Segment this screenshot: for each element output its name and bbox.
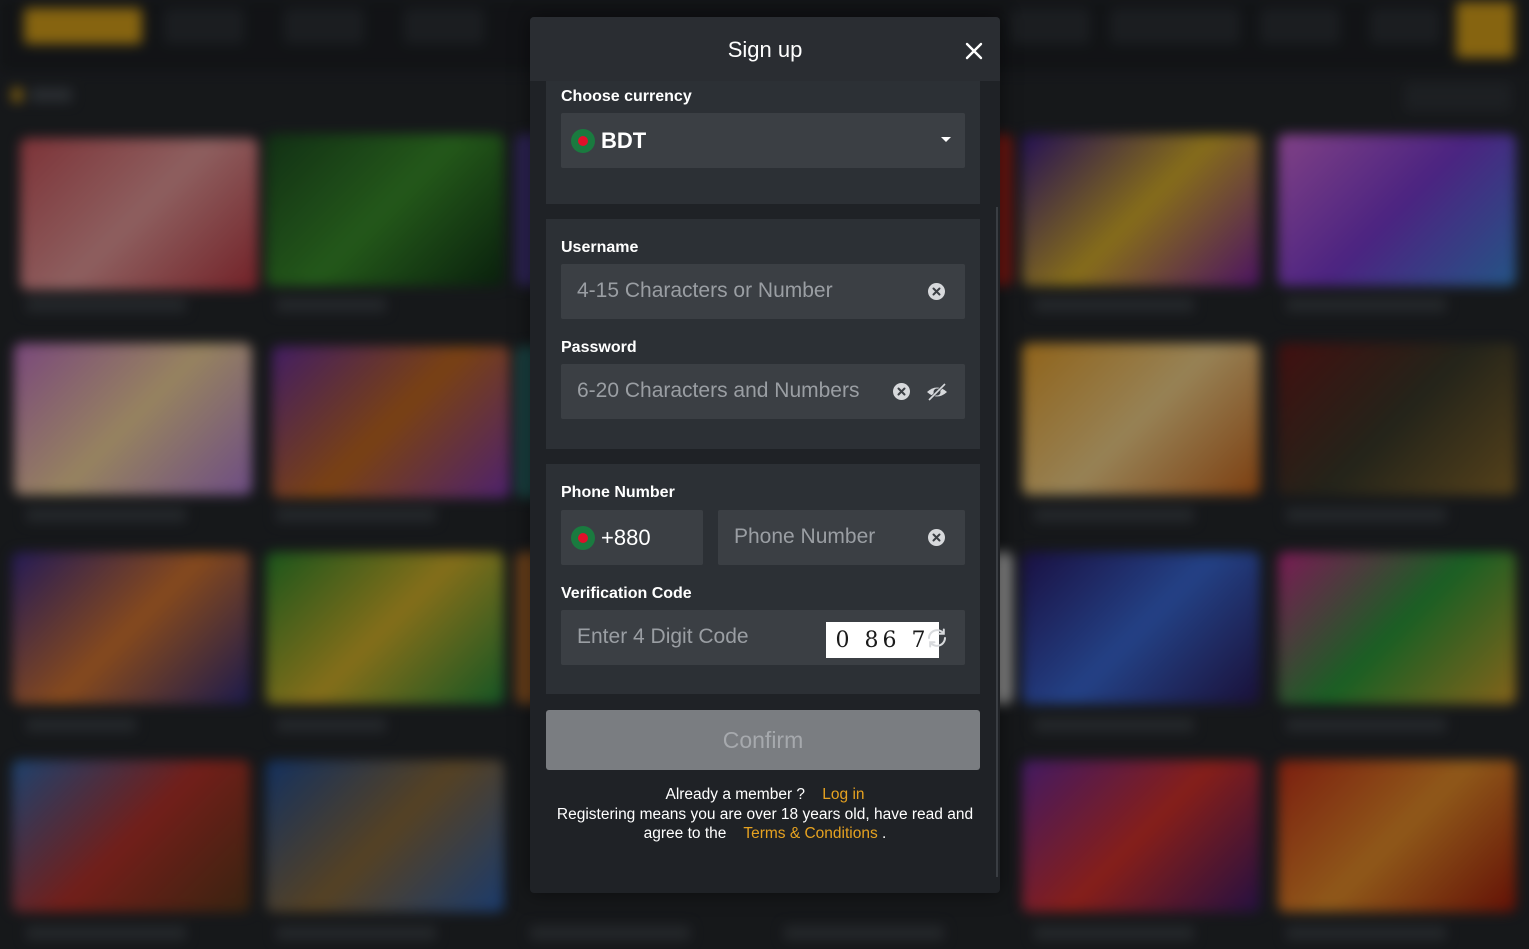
country-code-value: +880 <box>601 525 651 550</box>
modal-title: Sign up <box>727 37 803 62</box>
clear-icon[interactable] <box>928 283 945 305</box>
password-label: Password <box>561 339 637 356</box>
bangladesh-flag-icon <box>571 129 595 153</box>
currency-select[interactable]: BDT <box>561 113 965 168</box>
login-link[interactable]: Log in <box>822 786 864 803</box>
currency-label: Choose currency <box>561 88 692 105</box>
verification-label: Verification Code <box>561 585 692 602</box>
phone-label: Phone Number <box>561 484 675 501</box>
phone-number-input[interactable]: Phone Number <box>718 510 965 565</box>
clear-icon[interactable] <box>893 383 910 405</box>
login-prompt: Already a member ? Log in <box>530 786 1000 804</box>
member-text: Already a member ? <box>665 786 806 803</box>
refresh-icon[interactable] <box>925 626 949 655</box>
username-input[interactable]: 4-15 Characters or Number <box>561 264 965 319</box>
modal-header: Sign up <box>530 17 1000 81</box>
verification-code-input[interactable]: Enter 4 Digit Code 0 86 7 <box>561 610 965 665</box>
close-icon[interactable] <box>960 37 988 65</box>
terms-text-line-2: agree to the Terms & Conditions . <box>530 825 1000 843</box>
terms-prefix: agree to the <box>643 825 727 842</box>
currency-value: BDT <box>601 128 647 153</box>
confirm-button[interactable]: Confirm <box>546 710 980 770</box>
password-placeholder: 6-20 Characters and Numbers <box>577 379 860 402</box>
terms-text-line-1: Registering means you are over 18 years … <box>556 806 974 823</box>
terms-link[interactable]: Terms & Conditions <box>743 825 877 842</box>
captcha-image: 0 86 7 <box>826 622 939 658</box>
signup-modal: Sign up Choose currency BDT Username 4-1… <box>530 17 1000 893</box>
verification-placeholder: Enter 4 Digit Code <box>577 625 749 648</box>
caret-down-icon <box>941 137 951 142</box>
terms-end: . <box>882 825 887 842</box>
username-placeholder: 4-15 Characters or Number <box>577 279 833 302</box>
username-label: Username <box>561 239 639 256</box>
country-code-select[interactable]: +880 <box>561 510 703 565</box>
modal-scrollbar[interactable] <box>996 207 998 877</box>
phone-placeholder: Phone Number <box>734 525 876 548</box>
eye-hidden-icon[interactable] <box>926 382 948 407</box>
bangladesh-flag-icon <box>571 526 595 550</box>
password-input[interactable]: 6-20 Characters and Numbers <box>561 364 965 419</box>
clear-icon[interactable] <box>928 529 945 551</box>
